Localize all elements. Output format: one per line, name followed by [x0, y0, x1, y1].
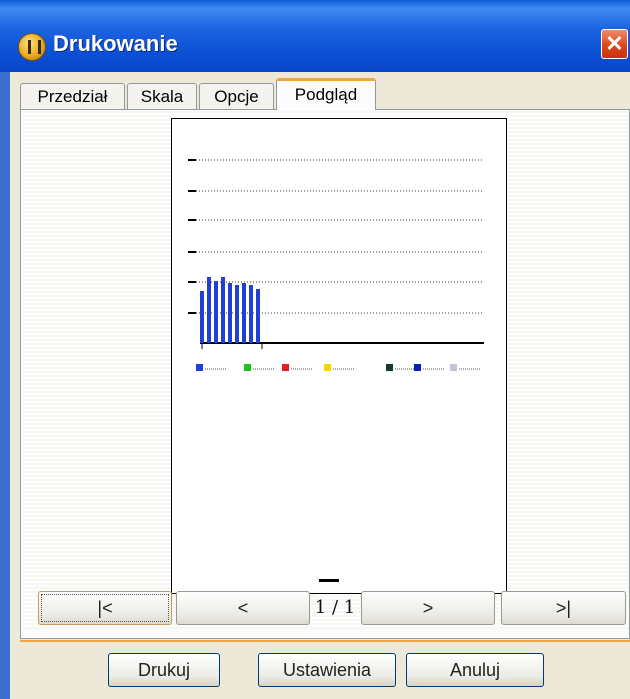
page-navigation: |< < 1 / 1 > >| — [22, 591, 628, 627]
preview-bar — [214, 281, 218, 343]
tab-przedzial[interactable]: Przedział — [20, 83, 125, 109]
print-dialog: Drukowanie ✕ Przedział Skala Opcje Podgl… — [0, 0, 630, 699]
tab-podglad[interactable]: Podgląd — [276, 78, 376, 110]
preview-bar — [207, 277, 211, 343]
legend-swatch — [244, 364, 251, 371]
preview-bar — [200, 291, 204, 343]
tab-opcje[interactable]: Opcje — [199, 83, 274, 109]
divider — [20, 640, 630, 642]
legend-swatch — [414, 364, 421, 371]
close-button[interactable]: ✕ — [601, 29, 628, 59]
preview-bar — [256, 289, 260, 343]
legend-swatch — [386, 364, 393, 371]
app-icon — [18, 33, 46, 61]
preview-bar — [242, 283, 246, 343]
preview-page — [171, 118, 507, 594]
last-page-button[interactable]: >| — [501, 591, 626, 625]
preview-page-graphic — [188, 159, 484, 582]
print-button[interactable]: Drukuj — [108, 653, 220, 687]
legend-swatch — [450, 364, 457, 371]
preview-bar — [221, 277, 225, 343]
preview-area — [22, 111, 628, 629]
dialog-body: Przedział Skala Opcje Podgląd |< < 1 / 1… — [10, 72, 630, 699]
prev-page-button[interactable]: < — [176, 591, 310, 625]
preview-bar — [235, 285, 239, 343]
settings-button[interactable]: Ustawienia — [258, 653, 396, 687]
first-page-button[interactable]: |< — [38, 591, 172, 625]
page-indicator: 1 / 1 — [314, 597, 356, 618]
preview-panel: |< < 1 / 1 > >| — [20, 109, 630, 639]
next-page-button[interactable]: > — [361, 591, 495, 625]
legend-swatch — [196, 364, 203, 371]
legend-swatch — [282, 364, 289, 371]
preview-bar — [249, 285, 253, 343]
cancel-button[interactable]: Anuluj — [406, 653, 544, 687]
legend-swatch — [324, 364, 331, 371]
tab-skala[interactable]: Skala — [127, 83, 197, 109]
window-title: Drukowanie — [53, 31, 178, 56]
title-bar[interactable]: Drukowanie ✕ — [0, 0, 630, 72]
preview-bar — [228, 283, 232, 343]
